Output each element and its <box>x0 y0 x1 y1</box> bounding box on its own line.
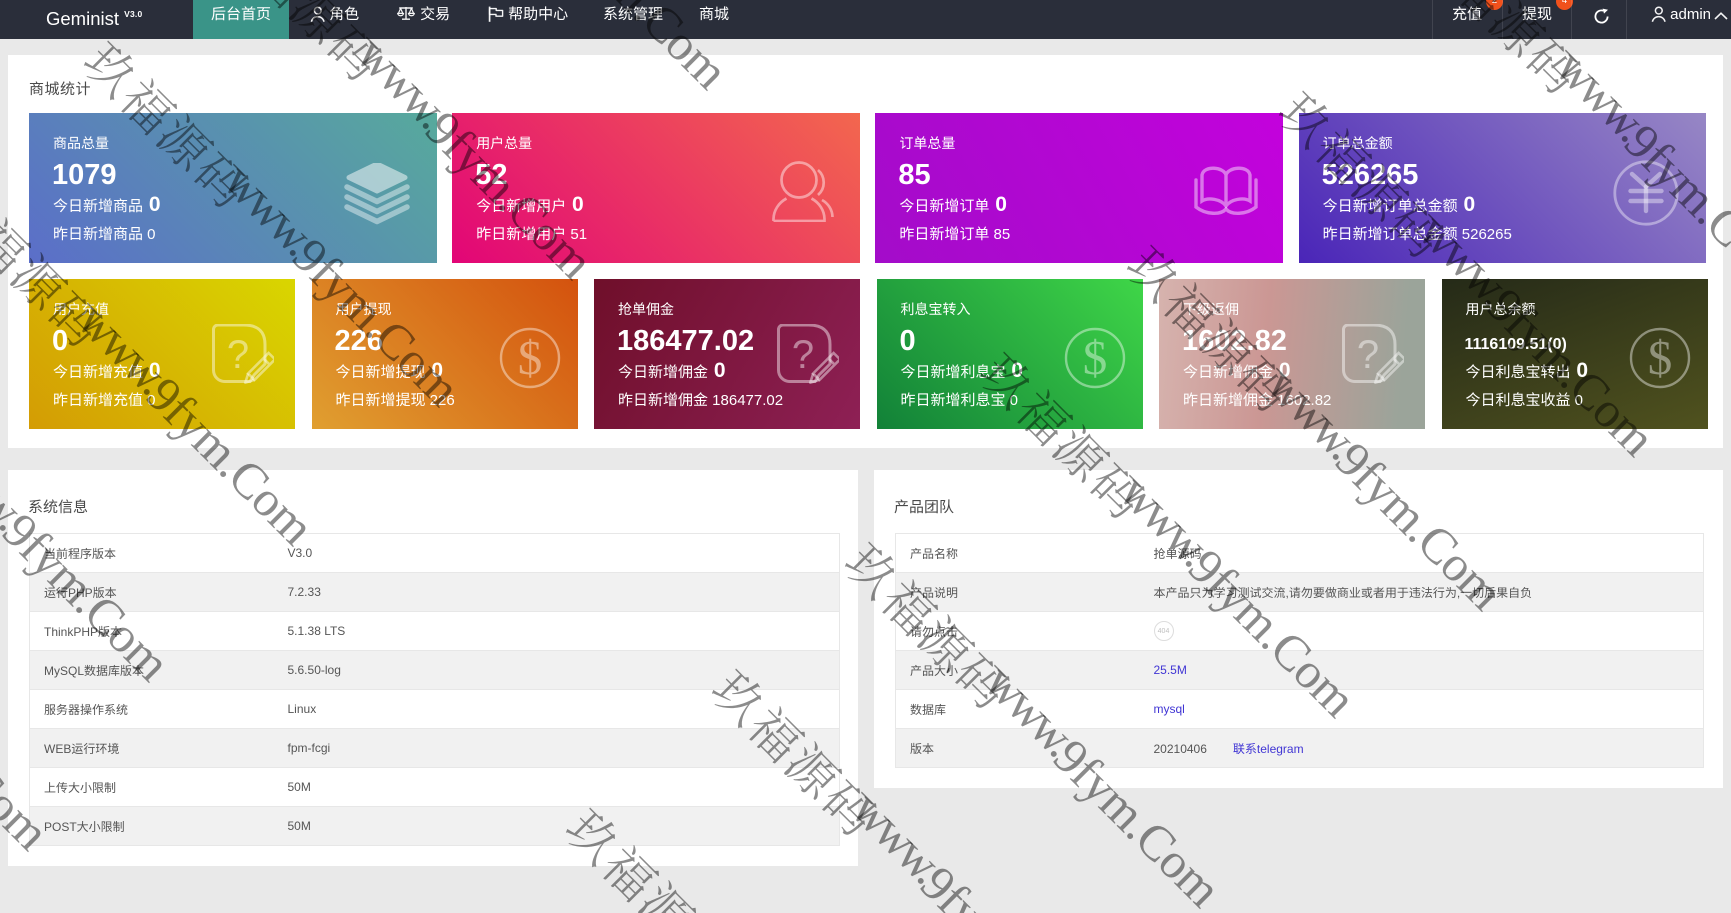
svg-text:?: ? <box>227 333 249 377</box>
svg-text:?: ? <box>792 333 814 377</box>
svg-text:$: $ <box>1082 330 1107 385</box>
svg-text:$: $ <box>517 330 542 385</box>
svg-text:$: $ <box>1647 330 1672 385</box>
svg-text:?: ? <box>1357 333 1379 377</box>
